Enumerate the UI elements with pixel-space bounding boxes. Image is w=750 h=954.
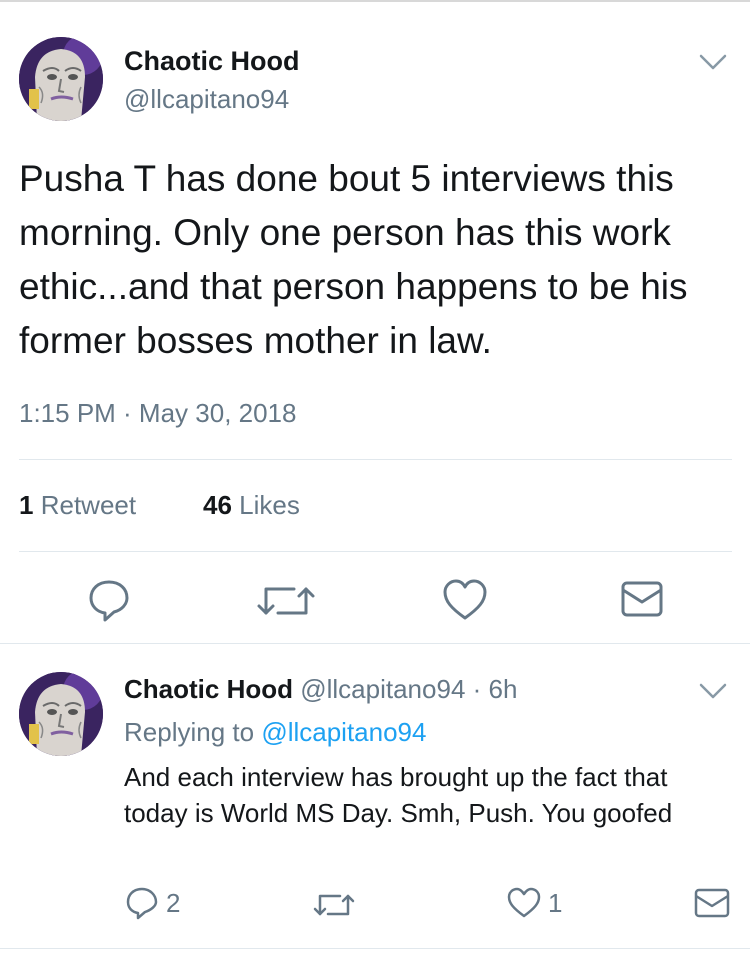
retweet-action[interactable] bbox=[312, 890, 356, 920]
share-icon bbox=[694, 888, 730, 918]
likes-label: Likes bbox=[239, 490, 300, 520]
replying-to: Replying to @llcapitano94 bbox=[124, 717, 426, 748]
like-icon[interactable] bbox=[441, 577, 489, 623]
reply-icon bbox=[126, 887, 158, 920]
author-name[interactable]: Chaotic Hood bbox=[124, 674, 293, 704]
retweet-stat[interactable]: 1 Retweet bbox=[19, 490, 136, 521]
like-count: 1 bbox=[548, 887, 563, 918]
like-action[interactable]: 1 bbox=[506, 886, 562, 920]
avatar-face-icon bbox=[19, 672, 103, 756]
reply-icon[interactable] bbox=[86, 577, 132, 623]
avatar[interactable] bbox=[19, 672, 103, 756]
divider bbox=[0, 948, 750, 949]
reply-text: And each interview has brought up the fa… bbox=[124, 762, 673, 828]
retweet-label: Retweet bbox=[40, 490, 137, 520]
like-count: 46 bbox=[203, 490, 232, 520]
chevron-down-icon[interactable] bbox=[698, 52, 728, 72]
divider bbox=[19, 551, 732, 552]
reply-count: 2 bbox=[166, 887, 181, 918]
reply-action[interactable]: 2 bbox=[124, 886, 180, 920]
author-handle-time[interactable]: @llcapitano94 · 6h bbox=[300, 674, 517, 704]
retweet-icon bbox=[313, 894, 355, 916]
share-action[interactable] bbox=[694, 887, 730, 919]
chevron-down-icon[interactable] bbox=[698, 681, 728, 701]
author-name[interactable]: Chaotic Hood bbox=[124, 46, 300, 77]
share-icon[interactable] bbox=[620, 580, 664, 618]
avatar-face-icon bbox=[19, 37, 103, 121]
like-icon bbox=[507, 887, 541, 918]
tweet-text: Pusha T has done bout 5 interviews this … bbox=[19, 158, 688, 361]
author-handle[interactable]: @llcapitano94 bbox=[124, 84, 289, 115]
divider bbox=[0, 643, 750, 644]
avatar[interactable] bbox=[19, 37, 103, 121]
divider bbox=[19, 459, 732, 460]
reply-header: Chaotic Hood @llcapitano94 · 6h bbox=[124, 674, 517, 705]
top-border bbox=[0, 0, 750, 2]
replying-prefix: Replying to bbox=[124, 717, 255, 747]
tweet-timestamp[interactable]: 1:15 PM · May 30, 2018 bbox=[19, 398, 296, 429]
likes-stat[interactable]: 46 Likes bbox=[203, 490, 300, 521]
retweet-count: 1 bbox=[19, 490, 34, 520]
retweet-icon[interactable] bbox=[256, 579, 316, 623]
replying-handle-link[interactable]: @llcapitano94 bbox=[261, 717, 426, 747]
